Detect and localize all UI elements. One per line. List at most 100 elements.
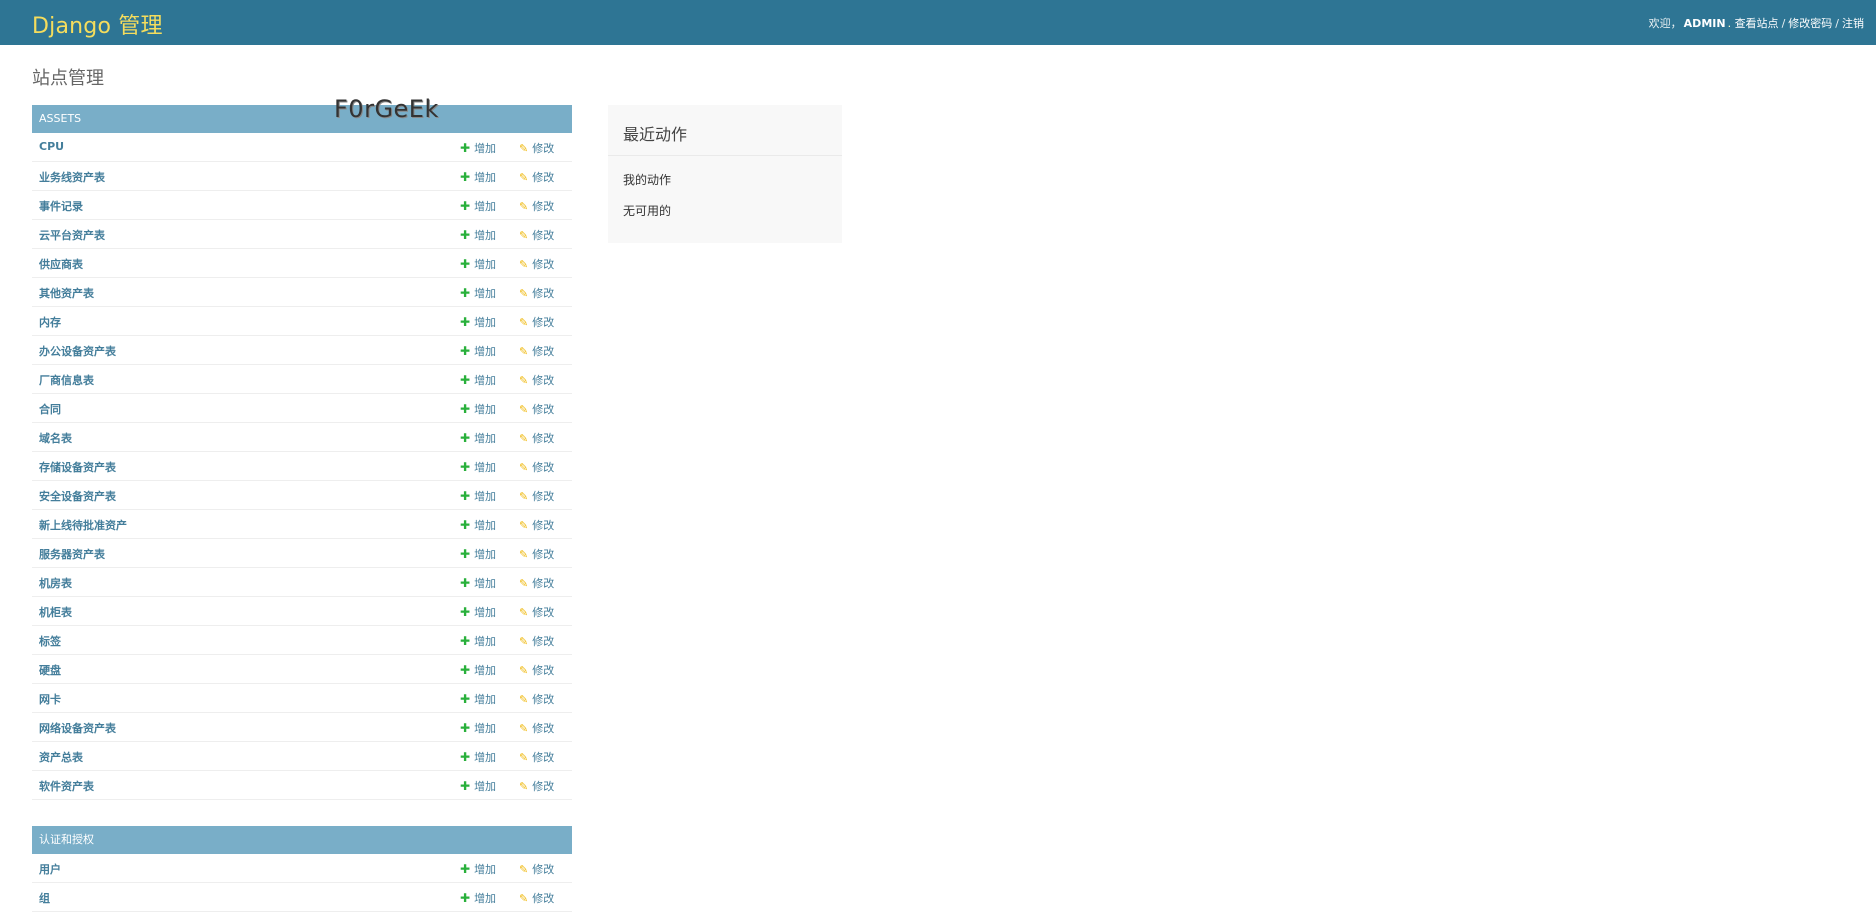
pencil-icon: ✎ bbox=[519, 171, 529, 184]
add-link[interactable]: ✚ 增加 bbox=[460, 488, 496, 504]
add-link[interactable]: ✚ 增加 bbox=[460, 890, 496, 906]
model-link[interactable]: 机柜表 bbox=[39, 604, 72, 620]
change-link[interactable]: ✎ 修改 bbox=[519, 890, 554, 906]
add-label: 增加 bbox=[474, 258, 497, 271]
model-link[interactable]: 软件资产表 bbox=[39, 778, 94, 794]
add-link[interactable]: ✚ 增加 bbox=[460, 169, 496, 185]
change-link[interactable]: ✎ 修改 bbox=[519, 314, 554, 330]
add-link[interactable]: ✚ 增加 bbox=[460, 430, 496, 446]
model-link[interactable]: 资产总表 bbox=[39, 749, 83, 765]
add-link[interactable]: ✚ 增加 bbox=[460, 256, 496, 272]
add-link[interactable]: ✚ 增加 bbox=[460, 227, 496, 243]
module-caption-text[interactable]: ASSETS bbox=[39, 112, 81, 125]
model-link[interactable]: 内存 bbox=[39, 314, 61, 330]
add-label: 增加 bbox=[474, 200, 497, 213]
change-link[interactable]: ✎ 修改 bbox=[519, 198, 554, 214]
model-link[interactable]: 存储设备资产表 bbox=[39, 459, 116, 475]
change-link[interactable]: ✎ 修改 bbox=[519, 778, 554, 794]
change-link[interactable]: ✎ 修改 bbox=[519, 517, 554, 533]
add-link[interactable]: ✚ 增加 bbox=[460, 285, 496, 301]
add-link[interactable]: ✚ 增加 bbox=[460, 749, 496, 765]
plus-icon: ✚ bbox=[460, 663, 471, 677]
model-link[interactable]: CPU bbox=[39, 140, 64, 153]
model-row: 业务线资产表 ✚ 增加 ✎ 修改 bbox=[32, 162, 572, 191]
module-caption-text[interactable]: 认证和授权 bbox=[39, 833, 94, 846]
add-link[interactable]: ✚ 增加 bbox=[460, 662, 496, 678]
header-bar: Django 管理 欢迎， ADMIN. 查看站点 / 修改密码 / 注销 bbox=[0, 0, 1876, 45]
model-link[interactable]: 云平台资产表 bbox=[39, 227, 105, 243]
add-link[interactable]: ✚ 增加 bbox=[460, 343, 496, 359]
add-link[interactable]: ✚ 增加 bbox=[460, 604, 496, 620]
model-link[interactable]: 业务线资产表 bbox=[39, 169, 105, 185]
model-link[interactable]: 新上线待批准资产 bbox=[39, 517, 127, 533]
model-link[interactable]: 供应商表 bbox=[39, 256, 83, 272]
model-link[interactable]: 服务器资产表 bbox=[39, 546, 105, 562]
divider bbox=[608, 155, 842, 156]
change-link[interactable]: ✎ 修改 bbox=[519, 749, 554, 765]
model-link[interactable]: 组 bbox=[39, 890, 50, 906]
change-link[interactable]: ✎ 修改 bbox=[519, 169, 554, 185]
change-label: 修改 bbox=[532, 316, 555, 329]
change-link[interactable]: ✎ 修改 bbox=[519, 488, 554, 504]
add-link[interactable]: ✚ 增加 bbox=[460, 198, 496, 214]
model-link[interactable]: 硬盘 bbox=[39, 662, 61, 678]
change-link[interactable]: ✎ 修改 bbox=[519, 861, 554, 877]
change-link[interactable]: ✎ 修改 bbox=[519, 372, 554, 388]
change-link[interactable]: ✎ 修改 bbox=[519, 662, 554, 678]
add-link[interactable]: ✚ 增加 bbox=[460, 140, 496, 156]
model-link[interactable]: 机房表 bbox=[39, 575, 72, 591]
add-link[interactable]: ✚ 增加 bbox=[460, 633, 496, 649]
change-link[interactable]: ✎ 修改 bbox=[519, 633, 554, 649]
pencil-icon: ✎ bbox=[519, 519, 529, 532]
plus-icon: ✚ bbox=[460, 199, 471, 213]
add-link[interactable]: ✚ 增加 bbox=[460, 861, 496, 877]
model-link[interactable]: 域名表 bbox=[39, 430, 72, 446]
model-link[interactable]: 网络设备资产表 bbox=[39, 720, 116, 736]
plus-icon: ✚ bbox=[460, 286, 471, 300]
change-password-link[interactable]: 修改密码 bbox=[1788, 17, 1832, 30]
add-link[interactable]: ✚ 增加 bbox=[460, 459, 496, 475]
change-link[interactable]: ✎ 修改 bbox=[519, 430, 554, 446]
user-tools: 欢迎， ADMIN. 查看站点 / 修改密码 / 注销 bbox=[1648, 17, 1864, 30]
add-label: 增加 bbox=[474, 142, 497, 155]
model-link[interactable]: 厂商信息表 bbox=[39, 372, 94, 388]
add-link[interactable]: ✚ 增加 bbox=[460, 720, 496, 736]
add-link[interactable]: ✚ 增加 bbox=[460, 691, 496, 707]
change-link[interactable]: ✎ 修改 bbox=[519, 546, 554, 562]
add-link[interactable]: ✚ 增加 bbox=[460, 517, 496, 533]
change-link[interactable]: ✎ 修改 bbox=[519, 604, 554, 620]
change-link[interactable]: ✎ 修改 bbox=[519, 691, 554, 707]
change-label: 修改 bbox=[532, 664, 555, 677]
add-link[interactable]: ✚ 增加 bbox=[460, 778, 496, 794]
view-site-link[interactable]: 查看站点 bbox=[1735, 17, 1779, 30]
model-link[interactable]: 其他资产表 bbox=[39, 285, 94, 301]
model-link[interactable]: 安全设备资产表 bbox=[39, 488, 116, 504]
add-link[interactable]: ✚ 增加 bbox=[460, 314, 496, 330]
add-link[interactable]: ✚ 增加 bbox=[460, 372, 496, 388]
model-link[interactable]: 办公设备资产表 bbox=[39, 343, 116, 359]
model-link[interactable]: 合同 bbox=[39, 401, 61, 417]
change-link[interactable]: ✎ 修改 bbox=[519, 140, 554, 156]
plus-icon: ✚ bbox=[460, 315, 471, 329]
change-link[interactable]: ✎ 修改 bbox=[519, 227, 554, 243]
change-link[interactable]: ✎ 修改 bbox=[519, 343, 554, 359]
site-brand[interactable]: Django 管理 bbox=[32, 8, 163, 40]
logout-link[interactable]: 注销 bbox=[1842, 17, 1864, 30]
change-link[interactable]: ✎ 修改 bbox=[519, 575, 554, 591]
change-link[interactable]: ✎ 修改 bbox=[519, 256, 554, 272]
model-link[interactable]: 用户 bbox=[39, 861, 61, 877]
change-label: 修改 bbox=[532, 780, 555, 793]
model-row: CPU ✚ 增加 ✎ 修改 bbox=[32, 133, 572, 162]
change-link[interactable]: ✎ 修改 bbox=[519, 459, 554, 475]
add-link[interactable]: ✚ 增加 bbox=[460, 546, 496, 562]
change-link[interactable]: ✎ 修改 bbox=[519, 401, 554, 417]
model-link[interactable]: 事件记录 bbox=[39, 198, 83, 214]
pencil-icon: ✎ bbox=[519, 316, 529, 329]
change-link[interactable]: ✎ 修改 bbox=[519, 285, 554, 301]
add-label: 增加 bbox=[474, 519, 497, 532]
model-link[interactable]: 网卡 bbox=[39, 691, 61, 707]
model-link[interactable]: 标签 bbox=[39, 633, 61, 649]
add-link[interactable]: ✚ 增加 bbox=[460, 401, 496, 417]
change-link[interactable]: ✎ 修改 bbox=[519, 720, 554, 736]
add-link[interactable]: ✚ 增加 bbox=[460, 575, 496, 591]
